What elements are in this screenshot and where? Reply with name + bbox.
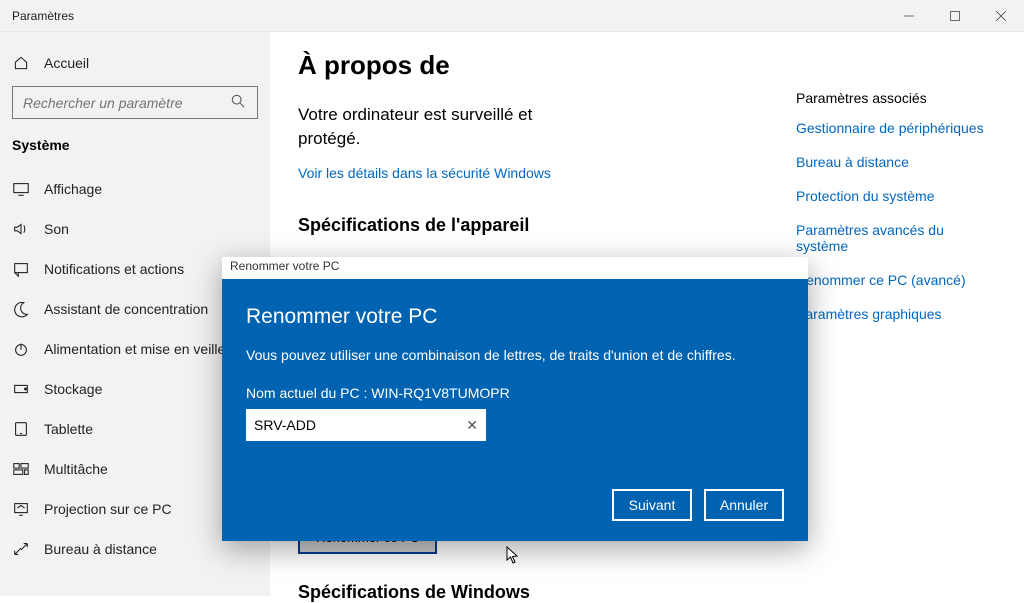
remote-icon [12, 540, 30, 558]
nav-label: Son [44, 221, 69, 237]
moon-icon [12, 300, 30, 318]
tablet-icon [12, 420, 30, 438]
titlebar: Paramètres [0, 0, 1024, 32]
close-button[interactable] [978, 0, 1024, 32]
nav-label: Tablette [44, 421, 93, 437]
related-graphics[interactable]: Paramètres graphiques [796, 306, 996, 322]
dialog-description: Vous pouvez utiliser une combinaison de … [246, 347, 784, 363]
home-icon [12, 55, 30, 71]
cancel-button[interactable]: Annuler [704, 489, 784, 521]
notifications-icon [12, 260, 30, 278]
security-details-link[interactable]: Voir les détails dans la sécurité Window… [298, 165, 551, 181]
power-icon [12, 340, 30, 358]
pc-name-input[interactable] [254, 417, 466, 433]
dialog-heading: Renommer votre PC [246, 305, 784, 329]
windows-spec-heading: Spécifications de Windows [298, 582, 996, 603]
dialog-input-wrap: ✕ [246, 409, 486, 441]
related-system-protect[interactable]: Protection du système [796, 188, 996, 204]
related-device-manager[interactable]: Gestionnaire de périphériques [796, 120, 996, 136]
home-nav[interactable]: Accueil [0, 44, 270, 82]
display-icon [12, 180, 30, 198]
related-settings: Paramètres associés Gestionnaire de péri… [796, 90, 996, 340]
nav-label: Alimentation et mise en veille [44, 341, 225, 357]
nav-label: Assistant de concentration [44, 301, 208, 317]
nav-affichage[interactable]: Affichage [0, 169, 270, 209]
search-input[interactable] [23, 95, 223, 111]
related-rename-advanced[interactable]: Renommer ce PC (avancé) [796, 272, 996, 288]
window-controls [886, 0, 1024, 32]
nav-label: Projection sur ce PC [44, 501, 172, 517]
dialog-current-name: Nom actuel du PC : WIN-RQ1V8TUMOPR [246, 385, 784, 401]
home-label: Accueil [44, 55, 89, 71]
sound-icon [12, 220, 30, 238]
related-remote-desktop[interactable]: Bureau à distance [796, 154, 996, 170]
nav-label: Affichage [44, 181, 102, 197]
nav-label: Multitâche [44, 461, 108, 477]
nav-son[interactable]: Son [0, 209, 270, 249]
search-icon [231, 94, 247, 111]
nav-label: Bureau à distance [44, 541, 157, 557]
search-box[interactable] [12, 86, 258, 119]
rename-pc-dialog: Renommer votre PC Renommer votre PC Vous… [222, 257, 808, 541]
window-title: Paramètres [12, 9, 74, 23]
project-icon [12, 500, 30, 518]
page-title: À propos de [298, 50, 996, 81]
storage-icon [12, 380, 30, 398]
multitask-icon [12, 460, 30, 478]
nav-label: Stockage [44, 381, 102, 397]
category-heading: Système [0, 137, 270, 153]
nav-label: Notifications et actions [44, 261, 184, 277]
maximize-button[interactable] [932, 0, 978, 32]
minimize-button[interactable] [886, 0, 932, 32]
related-advanced-system[interactable]: Paramètres avancés du système [796, 222, 996, 254]
dialog-titlebar: Renommer votre PC [222, 257, 808, 279]
next-button[interactable]: Suivant [612, 489, 692, 521]
related-heading: Paramètres associés [796, 90, 996, 106]
clear-input-icon[interactable]: ✕ [466, 417, 478, 434]
